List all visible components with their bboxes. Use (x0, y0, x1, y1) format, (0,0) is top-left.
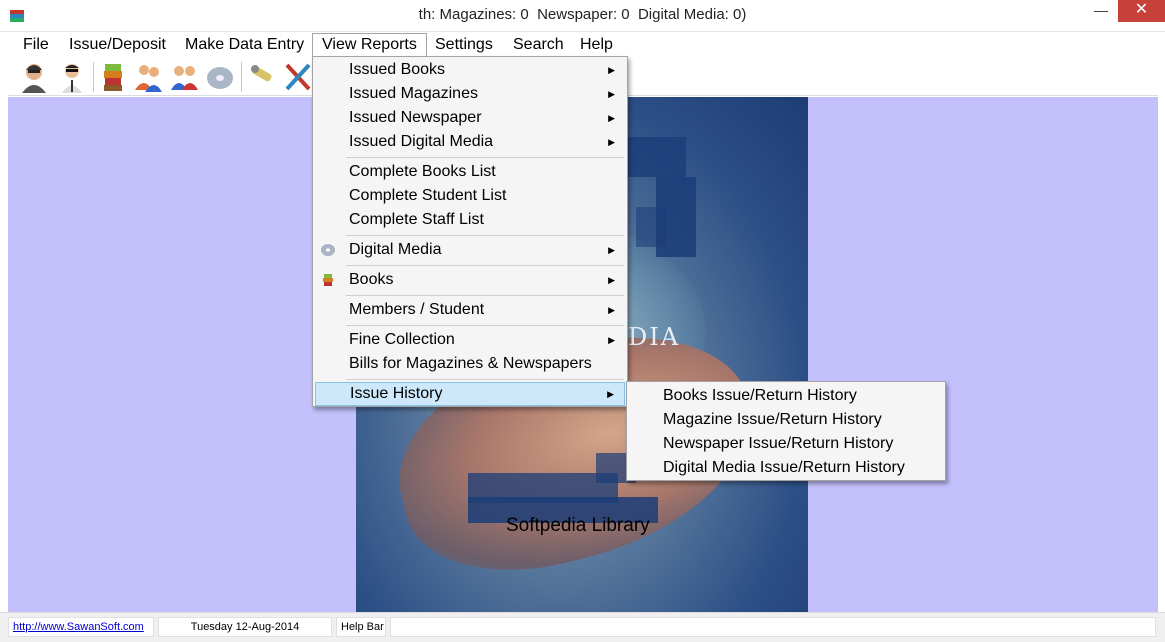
submenu-item-newspaper-history[interactable]: Newspaper Issue/Return History (629, 432, 943, 456)
submenu-item-digital-media-history[interactable]: Digital Media Issue/Return History (629, 456, 943, 480)
menu-search[interactable]: Search (504, 33, 573, 57)
status-panel (390, 617, 1156, 637)
digital-media-icon[interactable] (204, 60, 236, 94)
issue-icon[interactable] (168, 60, 200, 94)
books-icon[interactable] (98, 60, 130, 94)
members-icon[interactable] (132, 60, 164, 94)
website-link[interactable]: http://www.SawanSoft.com (8, 617, 154, 637)
menu-item-members-student[interactable]: Members / Student ▶ (315, 298, 625, 322)
search-icon[interactable] (246, 60, 278, 94)
student-icon[interactable] (18, 60, 50, 94)
background-watermark: DIA (628, 323, 681, 351)
menu-settings[interactable]: Settings (426, 33, 502, 57)
menu-item-complete-student-list[interactable]: Complete Student List (315, 184, 625, 208)
submenu-arrow-icon: ▶ (608, 113, 615, 123)
cd-icon (321, 244, 335, 256)
pixel-block (636, 207, 666, 247)
submenu-arrow-icon: ▶ (608, 335, 615, 345)
view-reports-menu: Issued Books ▶ Issued Magazines ▶ Issued N… (312, 56, 628, 407)
submenu-arrow-icon: ▶ (608, 137, 615, 147)
menu-separator (346, 157, 624, 158)
close-button[interactable]: ✕ (1118, 0, 1165, 22)
menu-item-issued-magazines[interactable]: Issued Magazines ▶ (315, 82, 625, 106)
tools-icon[interactable] (282, 60, 314, 94)
menu-item-issue-history[interactable]: Issue History ▶ (315, 382, 625, 406)
window-title: th: Magazines: 0 Newspaper: 0 Digital Me… (418, 6, 747, 23)
issue-history-submenu: Books Issue/Return History Magazine Issu… (626, 381, 946, 481)
menu-separator (346, 379, 624, 380)
submenu-arrow-icon: ▶ (608, 305, 615, 315)
menu-item-complete-staff-list[interactable]: Complete Staff List (315, 208, 625, 232)
title-bar: th: Magazines: 0 Newspaper: 0 Digital Me… (0, 0, 1165, 32)
menu-item-issued-books[interactable]: Issued Books ▶ (315, 58, 625, 82)
menu-separator (346, 235, 624, 236)
menu-bar: File Issue/Deposit Make Data Entry View … (10, 33, 1160, 57)
menu-issue-deposit[interactable]: Issue/Deposit (60, 33, 175, 57)
menu-separator (346, 265, 624, 266)
submenu-arrow-icon: ▶ (608, 275, 615, 285)
menu-view-reports[interactable]: View Reports (312, 33, 427, 57)
minimize-button[interactable]: — (1088, 0, 1114, 22)
status-bar: http://www.SawanSoft.com Tuesday 12-Aug-… (0, 612, 1165, 642)
menu-item-bills-magazines-newspapers[interactable]: Bills for Magazines & Newspapers (315, 352, 625, 376)
menu-separator (346, 295, 624, 296)
menu-file[interactable]: File (14, 33, 58, 57)
submenu-arrow-icon: ▶ (608, 65, 615, 75)
submenu-arrow-icon: ▶ (608, 245, 615, 255)
menu-item-fine-collection[interactable]: Fine Collection ▶ (315, 328, 625, 352)
submenu-item-books-history[interactable]: Books Issue/Return History (629, 384, 943, 408)
staff-icon[interactable] (56, 60, 88, 94)
status-help-bar: Help Bar (336, 617, 386, 637)
submenu-arrow-icon: ▶ (608, 89, 615, 99)
submenu-arrow-icon: ▶ (607, 389, 614, 399)
menu-item-issued-newspaper[interactable]: Issued Newspaper ▶ (315, 106, 625, 130)
menu-separator (346, 325, 624, 326)
menu-item-digital-media[interactable]: Digital Media ▶ (315, 238, 625, 262)
submenu-item-magazine-history[interactable]: Magazine Issue/Return History (629, 408, 943, 432)
toolbar-separator (93, 62, 94, 92)
status-date: Tuesday 12-Aug-2014 (158, 617, 332, 637)
toolbar-separator (241, 62, 242, 92)
menu-item-complete-books-list[interactable]: Complete Books List (315, 160, 625, 184)
menu-item-books[interactable]: Books ▶ (315, 268, 625, 292)
background-caption: Softpedia Library (506, 515, 650, 536)
book-icon (323, 274, 333, 286)
menu-help[interactable]: Help (571, 33, 622, 57)
menu-make-data-entry[interactable]: Make Data Entry (176, 33, 313, 57)
menu-item-issued-digital-media[interactable]: Issued Digital Media ▶ (315, 130, 625, 154)
